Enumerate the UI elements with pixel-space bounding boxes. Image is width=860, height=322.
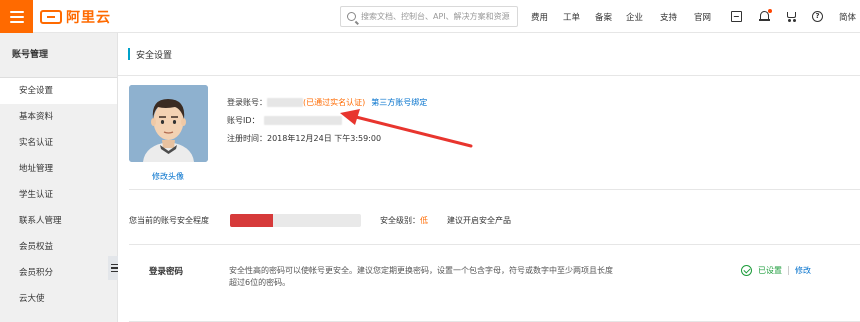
suggest-security-products-link[interactable]: 建议开启安全产品 — [447, 215, 511, 226]
login-account-row: 登录账号： (已通过实名认证) 第三方账号绑定 — [227, 97, 427, 108]
nav-ticket[interactable]: 工单 — [563, 11, 580, 23]
sidebar-item-member-rights[interactable]: 会员权益 — [0, 234, 117, 260]
cart-icon[interactable] — [786, 11, 797, 22]
nav-icp[interactable]: 备案 — [595, 11, 612, 23]
masked-login-account — [267, 98, 303, 107]
top-bar: 阿里云 费用 工单 备案 企业 支持 官网 ? 简体 — [0, 0, 860, 33]
password-description: 安全性高的密码可以使帐号更安全。建议您定期更换密码，设置一个包含字母，符号或数字… — [229, 266, 613, 287]
account-id-label: 账号ID： — [227, 116, 260, 125]
login-password-section: 登录密码 安全性高的密码可以使帐号更安全。建议您定期更换密码，设置一个包含字母，… — [129, 244, 860, 322]
avatar-face-icon — [129, 85, 208, 162]
password-title: 登录密码 — [149, 267, 184, 277]
security-level-value: 低 — [420, 216, 428, 225]
password-status: 已设置 修改 — [741, 265, 811, 276]
header-divider — [118, 75, 860, 76]
avatar[interactable] — [129, 85, 208, 162]
search-box[interactable] — [340, 6, 518, 27]
nav-support[interactable]: 支持 — [660, 11, 677, 23]
title-accent-bar — [128, 48, 130, 60]
sidebar-item-basic-info[interactable]: 基本资料 — [0, 104, 117, 130]
register-time-label: 注册时间： — [227, 134, 267, 143]
search-input[interactable] — [361, 12, 511, 21]
sidebar-item-member-points[interactable]: 会员积分 — [0, 260, 117, 286]
sidebar-item-contacts[interactable]: 联系人管理 — [0, 208, 117, 234]
sidebar: 账号管理 安全设置 基本资料 实名认证 地址管理 学生认证 联系人管理 会员权益… — [0, 33, 120, 322]
security-progress-bar — [230, 214, 361, 227]
verified-badge: (已通过实名认证) — [303, 98, 366, 107]
page-header: 安全设置 — [128, 47, 172, 61]
console-icon[interactable] — [731, 11, 742, 22]
password-set-status: 已设置 — [758, 266, 782, 275]
account-id-row: 账号ID： — [227, 115, 342, 126]
annotation-arrow-icon — [340, 109, 473, 148]
masked-account-id — [263, 116, 342, 125]
help-icon[interactable]: ? — [812, 11, 823, 22]
bell-icon[interactable] — [759, 9, 772, 22]
edit-avatar-link[interactable]: 修改头像 — [152, 171, 184, 182]
sidebar-item-ambassador[interactable]: 云大使 — [0, 286, 117, 312]
security-level-label: 安全级别： — [380, 216, 420, 225]
security-level: 安全级别：低 — [380, 215, 428, 226]
third-party-binding-link[interactable]: 第三方账号绑定 — [371, 98, 427, 107]
login-account-label: 登录账号： — [227, 98, 267, 107]
main-content: 安全设置 修改头像 登录账号： (已通过实名认证) 第三方账号绑定 账号ID： — [118, 33, 860, 322]
logo-text: 阿里云 — [66, 10, 111, 26]
language-switch[interactable]: 简体 — [839, 11, 856, 23]
nav-enterprise[interactable]: 企业 — [626, 11, 643, 23]
notification-dot-icon — [768, 9, 772, 13]
search-icon[interactable] — [347, 12, 356, 21]
check-circle-icon — [741, 265, 752, 276]
sidebar-title: 账号管理 — [0, 33, 117, 78]
menu-icon[interactable] — [0, 0, 33, 33]
status-divider — [788, 266, 789, 275]
sidebar-item-student[interactable]: 学生认证 — [0, 182, 117, 208]
modify-password-link[interactable]: 修改 — [795, 265, 811, 276]
nav-billing[interactable]: 费用 — [531, 11, 548, 23]
logo[interactable]: 阿里云 — [40, 8, 111, 26]
sidebar-item-security[interactable]: 安全设置 — [0, 78, 117, 104]
security-level-text: 您当前的账号安全程度 — [129, 216, 209, 225]
security-progress-fill — [230, 214, 274, 227]
aliyun-logo-icon — [40, 10, 62, 24]
sidebar-item-address[interactable]: 地址管理 — [0, 156, 117, 182]
section-divider — [129, 189, 860, 190]
nav-official-site[interactable]: 官网 — [694, 11, 711, 23]
sidebar-item-real-name[interactable]: 实名认证 — [0, 130, 117, 156]
page-title: 安全设置 — [136, 50, 173, 61]
